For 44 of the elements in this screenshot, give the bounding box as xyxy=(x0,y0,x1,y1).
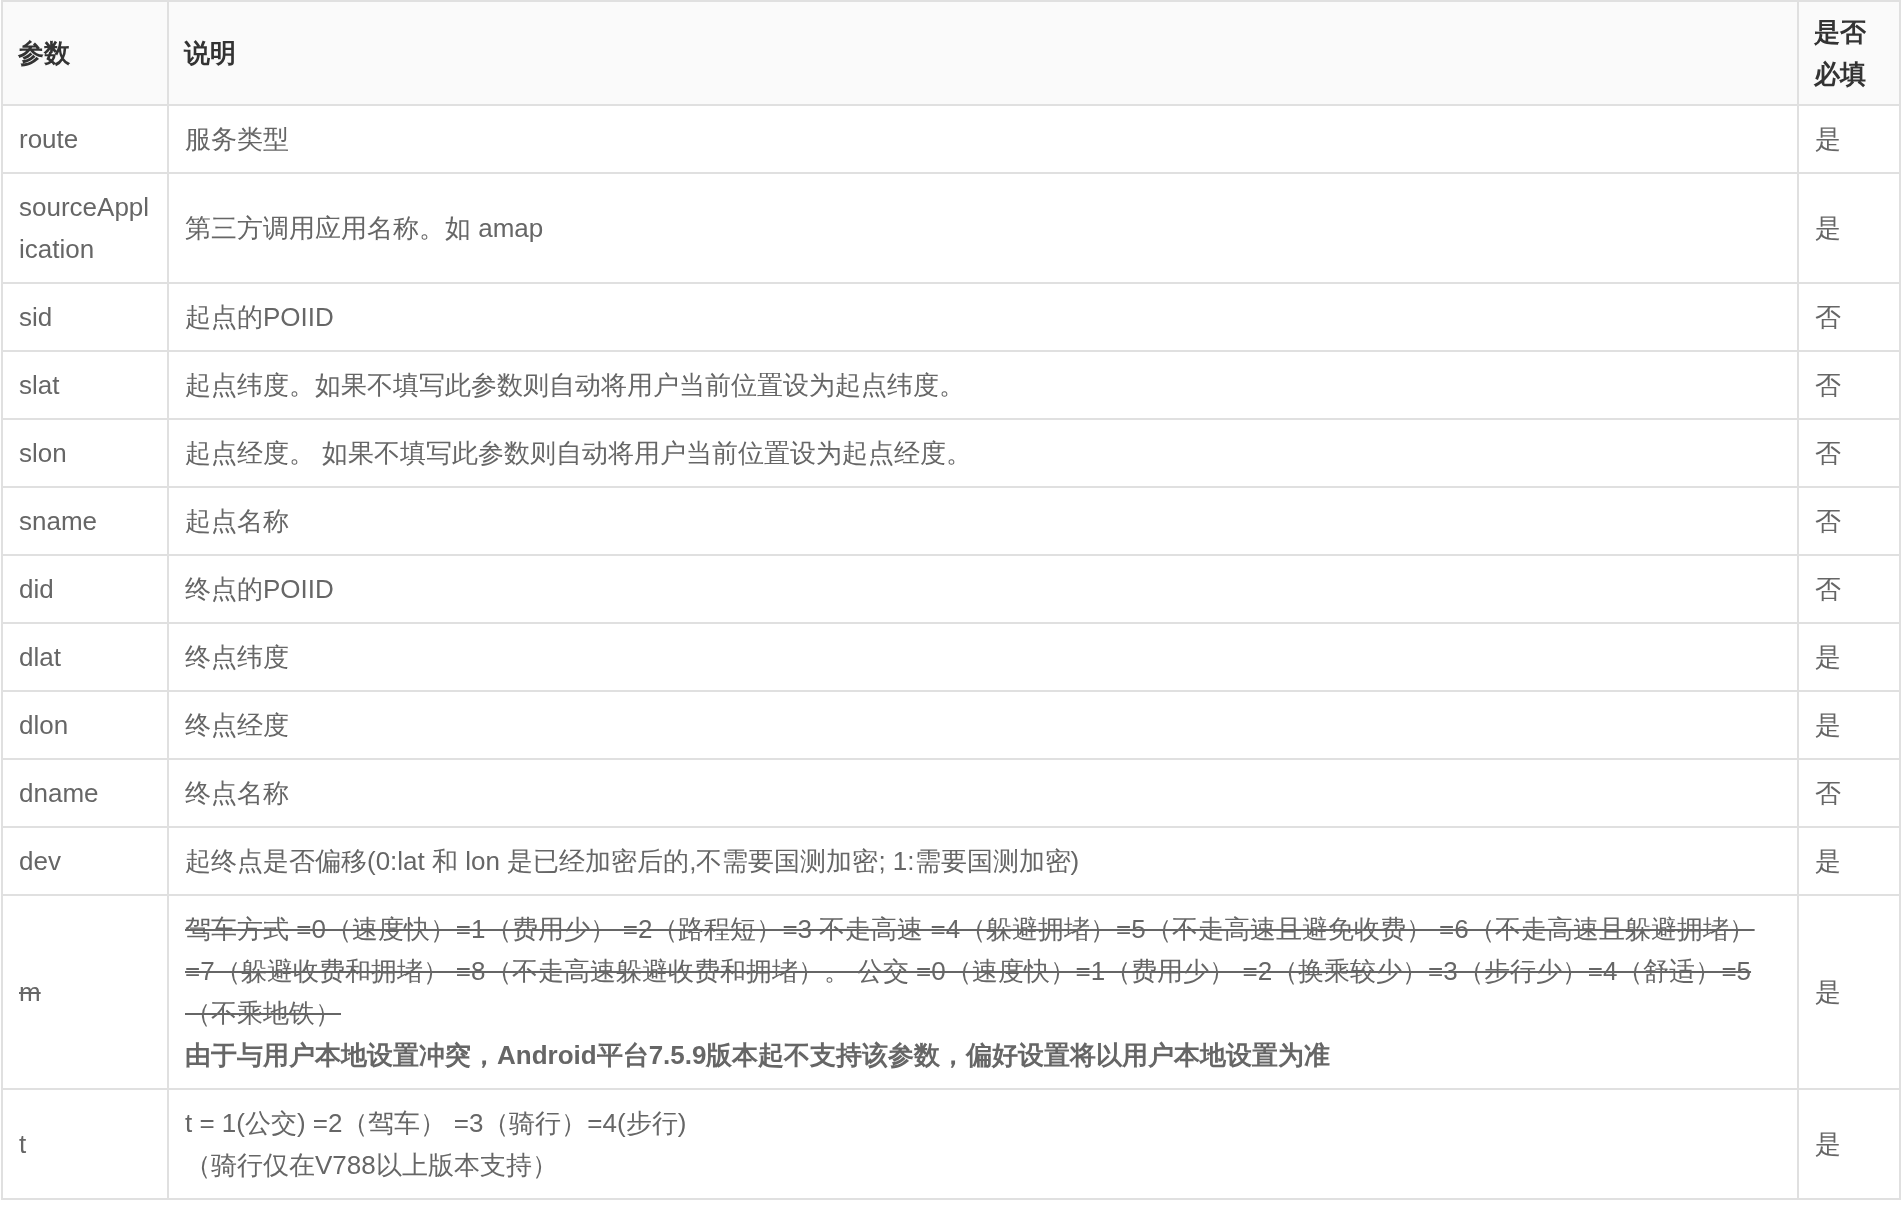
parameter-name: dev xyxy=(19,845,61,878)
required-value: 否 xyxy=(1815,506,1841,536)
description-text: 起点名称 xyxy=(185,505,290,538)
parameter-name: did xyxy=(19,573,54,606)
description-text: 终点名称 xyxy=(185,777,290,810)
description-text: （骑行仅在V788以上版本支持） xyxy=(185,1149,559,1182)
parameter-name: slon xyxy=(19,437,67,470)
required-value: 是 xyxy=(1815,846,1841,876)
column-header: 参数 xyxy=(2,1,168,105)
required-value: 是 xyxy=(1815,213,1841,243)
required-value: 否 xyxy=(1815,370,1841,400)
parameter-name: route xyxy=(19,123,79,156)
required-value: 否 xyxy=(1815,438,1841,468)
required-value: 是 xyxy=(1815,1129,1841,1159)
required-value: 是 xyxy=(1815,642,1841,672)
description-text: t = 1(公交) =2（驾车） =3（骑行）=4(步行) xyxy=(185,1107,688,1140)
required-value: 否 xyxy=(1815,302,1841,332)
parameter-name: dname xyxy=(19,777,99,810)
description-text: 终点经度 xyxy=(185,709,290,742)
description-text: 起点的POIID xyxy=(185,301,335,334)
description-text: 第三方调用应用名称。如 amap xyxy=(185,212,545,245)
parameter-name: sid xyxy=(19,301,53,334)
description-text: 起点经度。 如果不填写此参数则自动将用户当前位置设为起点经度。 xyxy=(185,437,974,470)
parameter-name: t xyxy=(19,1128,27,1161)
required-value: 是 xyxy=(1815,977,1841,1007)
parameter-name: sourceApplication xyxy=(19,191,151,266)
required-value: 否 xyxy=(1815,574,1841,604)
description-text: 由于与用户本地设置冲突，Android平台7.5.9版本起不支持该参数，偏好设置将以用户本地设置为准 xyxy=(185,1039,1332,1072)
column-header: 说明 xyxy=(168,1,1798,105)
parameter-name: dlon xyxy=(19,709,69,742)
required-value: 是 xyxy=(1815,710,1841,740)
description-text: 服务类型 xyxy=(185,123,290,156)
description-text: 起点纬度。如果不填写此参数则自动将用户当前位置设为起点纬度。 xyxy=(185,369,966,402)
parameter-name: dlat xyxy=(19,641,61,674)
required-value: 是 xyxy=(1815,124,1841,154)
description-text: 起终点是否偏移(0:lat 和 lon 是已经加密后的,不需要国测加密; 1:需要国测加密) xyxy=(185,845,1081,878)
required-value: 否 xyxy=(1815,778,1841,808)
column-header: 是否必填 xyxy=(1798,1,1900,105)
parameter-name: sname xyxy=(19,505,98,538)
description-text: 终点的POIID xyxy=(185,573,335,606)
parameter-name: m xyxy=(19,976,41,1009)
description-text: 终点纬度 xyxy=(185,641,290,674)
description-text: 驾车方式 =0（速度快）=1（费用少） =2（路程短）=3 不走高速 =4（躲避拥堵）=5（不走高速且避免收费） =6（不走高速且躲避拥堵） =7（躲避收费和拥堵） =8（不走高速躲避收费和拥堵）。 公交 =0（速度快）=1（费用少） =2（换乘较少）=3（步行少）=4（舒适）=5（不乘地铁） xyxy=(185,913,1756,1030)
parameter-name: slat xyxy=(19,369,60,402)
